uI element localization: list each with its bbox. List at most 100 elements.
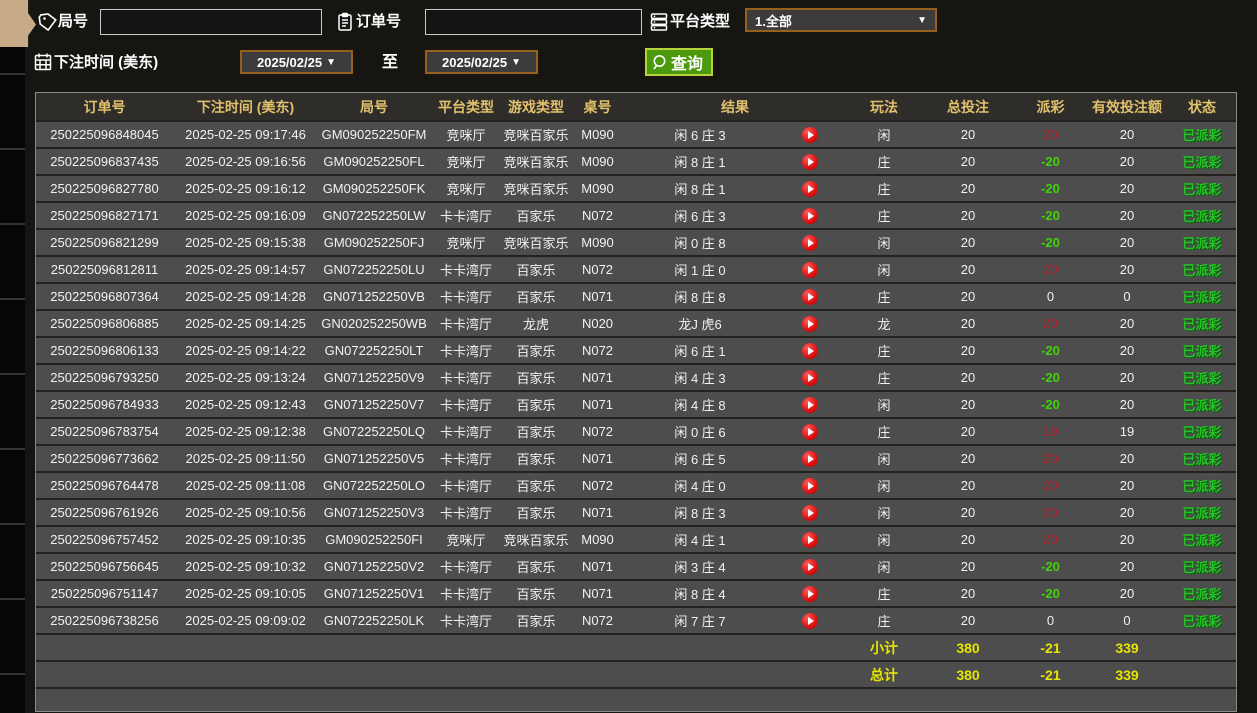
play-type-cell: 闲 xyxy=(877,452,891,467)
valid-bet-cell: 20 xyxy=(1119,559,1135,574)
replay-cell xyxy=(775,558,845,575)
table-row: 250225096812811 2025-02-25 09:14:57 GN0722… xyxy=(36,255,1236,282)
platform-cell: 竞咪厅 xyxy=(446,155,486,170)
status-cell: 已派彩 xyxy=(1182,182,1222,197)
replay-play-icon[interactable] xyxy=(802,369,818,386)
table-row: 250225096757452 2025-02-25 09:10:35 GM0902… xyxy=(36,525,1236,552)
play-type-cell: 闲 xyxy=(877,398,891,413)
play-type-cell: 庄 xyxy=(877,371,891,386)
result-cell: 闲 4 庄 8 xyxy=(674,398,726,413)
table-number-cell: M090 xyxy=(581,235,614,250)
total-bet-cell: 20 xyxy=(960,127,976,142)
table-number-cell: N072 xyxy=(581,262,614,277)
replay-cell xyxy=(775,585,845,602)
total-bet-cell: 20 xyxy=(960,532,976,547)
status-cell: 已派彩 xyxy=(1182,479,1222,494)
platform-cell: 卡卡湾厅 xyxy=(439,452,492,467)
platform-cell: 卡卡湾厅 xyxy=(439,263,492,278)
replay-play-icon[interactable] xyxy=(802,180,818,197)
round-number-cell: GN072252250LU xyxy=(323,262,425,277)
replay-play-icon[interactable] xyxy=(802,477,818,494)
platform-cell: 卡卡湾厅 xyxy=(439,290,492,305)
order-number-cell: 250225096807364 xyxy=(50,289,159,304)
replay-play-icon[interactable] xyxy=(802,261,818,278)
subtotal-row: 小计 380 -21 339 xyxy=(36,633,1236,660)
replay-play-icon[interactable] xyxy=(802,396,818,413)
status-cell: 已派彩 xyxy=(1182,560,1222,575)
round-input[interactable] xyxy=(100,9,322,35)
replay-cell xyxy=(775,450,845,467)
replay-play-icon[interactable] xyxy=(802,450,818,467)
table-row: 250225096793250 2025-02-25 09:13:24 GN0712… xyxy=(36,363,1236,390)
order-number-cell: 250225096837435 xyxy=(50,154,159,169)
platform-cell: 竞咪厅 xyxy=(446,128,486,143)
payout-cell: 20 xyxy=(1043,316,1058,331)
game-type-cell: 百家乐 xyxy=(516,290,556,305)
valid-bet-cell: 20 xyxy=(1119,397,1135,412)
replay-cell xyxy=(775,612,845,629)
valid-bet-cell: 20 xyxy=(1119,262,1135,277)
date-to-select[interactable]: 2025/02/25 ▼ xyxy=(425,50,538,74)
replay-cell xyxy=(775,180,845,197)
order-number-cell: 250225096761926 xyxy=(50,505,159,520)
replay-play-icon[interactable] xyxy=(802,207,818,224)
column-header: 总投注 xyxy=(947,98,989,115)
valid-bet-cell: 19 xyxy=(1119,424,1135,439)
table-number-cell: M090 xyxy=(581,181,614,196)
result-cell: 闲 8 庄 3 xyxy=(674,506,726,521)
replay-cell xyxy=(775,261,845,278)
column-header: 桌号 xyxy=(583,98,612,115)
replay-cell xyxy=(775,288,845,305)
result-cell: 闲 8 庄 1 xyxy=(674,155,726,170)
round-number-cell: GN072252250LK xyxy=(323,613,425,628)
column-header: 下注时间 (美东) xyxy=(196,98,295,115)
column-header: 有效投注额 xyxy=(1092,98,1162,115)
replay-play-icon[interactable] xyxy=(802,612,818,629)
bet-time-cell: 2025-02-25 09:17:46 xyxy=(185,127,306,142)
platform-select[interactable]: 1.全部 ▼ xyxy=(745,8,937,32)
table-row: 250225096821299 2025-02-25 09:15:38 GM0902… xyxy=(36,228,1236,255)
query-button[interactable]: 查询 xyxy=(645,48,714,76)
result-cell: 闲 0 庄 8 xyxy=(674,236,726,251)
game-type-cell: 竞咪百家乐 xyxy=(503,182,569,197)
platform-cell: 竞咪厅 xyxy=(446,182,486,197)
play-type-cell: 闲 xyxy=(877,560,891,575)
grand-total-label: 总计 xyxy=(870,666,898,683)
date-to-value: 2025/02/25 xyxy=(442,54,508,70)
table-row: 250225096806885 2025-02-25 09:14:25 GN0202… xyxy=(36,309,1236,336)
valid-bet-cell: 20 xyxy=(1119,532,1135,547)
replay-play-icon[interactable] xyxy=(802,126,818,143)
game-type-cell: 竞咪百家乐 xyxy=(503,128,569,143)
status-cell: 已派彩 xyxy=(1182,344,1222,359)
replay-play-icon[interactable] xyxy=(802,423,818,440)
replay-play-icon[interactable] xyxy=(802,153,818,170)
table-row: 250225096827780 2025-02-25 09:16:12 GM0902… xyxy=(36,174,1236,201)
order-number-cell: 250225096806133 xyxy=(50,343,159,358)
replay-play-icon[interactable] xyxy=(802,531,818,548)
platform-cell: 卡卡湾厅 xyxy=(439,209,492,224)
replay-play-icon[interactable] xyxy=(802,558,818,575)
result-cell: 闲 3 庄 4 xyxy=(674,560,726,575)
order-number-cell: 250225096793250 xyxy=(50,370,159,385)
order-filter-label: 订单号 xyxy=(356,13,402,30)
table-number-cell: N071 xyxy=(581,397,614,412)
date-from-select[interactable]: 2025/02/25 ▼ xyxy=(240,50,353,74)
table-number-cell: N072 xyxy=(581,424,614,439)
replay-play-icon[interactable] xyxy=(802,288,818,305)
replay-play-icon[interactable] xyxy=(802,234,818,251)
order-input[interactable] xyxy=(425,9,642,35)
round-number-cell: GN071252250V2 xyxy=(323,559,425,574)
replay-play-icon[interactable] xyxy=(802,315,818,332)
total-bet-cell: 20 xyxy=(960,586,976,601)
bet-time-cell: 2025-02-25 09:11:08 xyxy=(185,478,306,493)
game-type-cell: 百家乐 xyxy=(516,479,556,494)
replay-play-icon[interactable] xyxy=(802,585,818,602)
payout-cell: -20 xyxy=(1041,181,1060,196)
replay-play-icon[interactable] xyxy=(802,342,818,359)
order-number-cell: 250225096738256 xyxy=(50,613,159,628)
bet-time-cell: 2025-02-25 09:14:28 xyxy=(185,289,306,304)
replay-cell xyxy=(775,477,845,494)
payout-cell: 0 xyxy=(1046,613,1055,628)
replay-play-icon[interactable] xyxy=(802,504,818,521)
replay-cell xyxy=(775,504,845,521)
